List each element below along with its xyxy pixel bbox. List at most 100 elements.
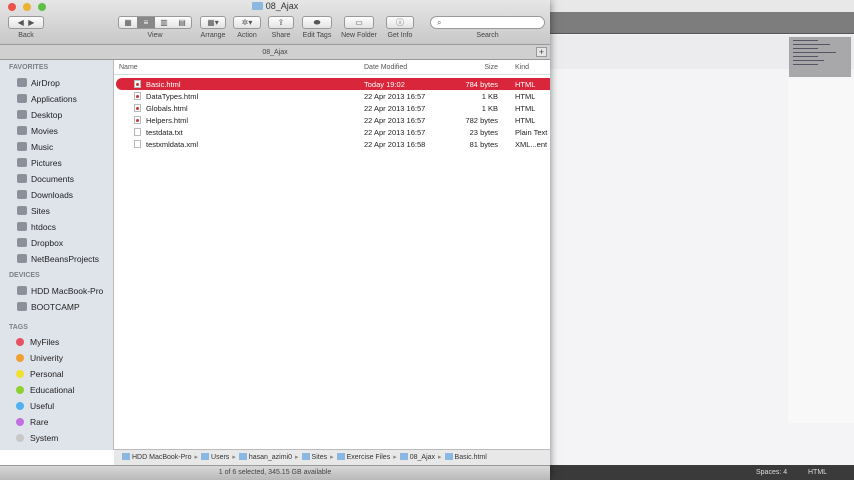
indent-setting[interactable]: Spaces: 4 (756, 469, 787, 476)
sidebar-item-desktop[interactable]: Desktop (17, 108, 62, 122)
editor-titlebar (550, 0, 854, 12)
file-row[interactable]: DataTypes.html 22 Apr 2013 16:57 1 KB HTML (116, 90, 550, 102)
html-file-icon (444, 453, 453, 460)
file-date: 22 Apr 2013 16:57 (364, 92, 426, 101)
code-minimap[interactable] (789, 37, 851, 77)
file-kind: Plain Text (515, 128, 548, 137)
path-segment[interactable]: hasan_azimi0 (238, 453, 292, 461)
back-icon[interactable]: ◀ (18, 18, 24, 27)
folder-icon (301, 453, 310, 460)
column-date-modified[interactable]: Date Modified (364, 64, 407, 71)
tag-icon: ⬬ (313, 18, 321, 27)
file-size: 81 bytes (469, 140, 498, 149)
forward-icon[interactable]: ▶ (28, 18, 34, 27)
path-segment[interactable]: HDD MacBook-Pro (122, 453, 192, 461)
edit-tags-label: Edit Tags (302, 32, 332, 39)
drive-icon (17, 286, 27, 295)
sidebar-item-device[interactable]: HDD MacBook-Pro (17, 284, 103, 298)
devices-header: DEVICES (9, 272, 40, 279)
window-title-text: 08_Ajax (265, 1, 299, 11)
list-view-icon[interactable]: ≡ (137, 17, 155, 28)
path-segment[interactable]: Users (201, 453, 229, 461)
movies-icon (17, 126, 27, 135)
sidebar-tag-system[interactable]: System (16, 431, 59, 445)
column-name[interactable]: Name (119, 64, 138, 71)
file-row[interactable]: testxmldata.xml 22 Apr 2013 16:58 81 bytes… (116, 138, 550, 150)
back-forward-buttons[interactable]: ◀ ▶ (8, 16, 44, 29)
path-segment[interactable]: Sites (301, 453, 328, 461)
html-file-icon (134, 92, 141, 100)
sidebar-item-label: Desktop (31, 110, 63, 120)
path-separator-icon: ▸ (194, 454, 199, 461)
sidebar-item-label: Sites (31, 206, 50, 216)
sidebar-tag-educational[interactable]: Educational (16, 383, 75, 397)
file-size: 782 bytes (465, 116, 498, 125)
file-kind: HTML (515, 80, 536, 89)
sidebar-tag-useful[interactable]: Useful (16, 399, 54, 413)
sidebar-tag-myfiles[interactable]: MyFiles (16, 335, 59, 349)
file-kind: HTML (515, 116, 536, 125)
icon-view-icon[interactable]: ▦ (119, 17, 137, 28)
sidebar-tag-personal[interactable]: Personal (16, 367, 64, 381)
sidebar-tag-rare[interactable]: Rare (16, 415, 49, 429)
path-segment[interactable]: Exercise Files (336, 453, 391, 461)
sidebar-item-label: Rare (30, 417, 49, 427)
edit-tags-button[interactable]: ⬬ (302, 16, 332, 29)
tab-current[interactable]: 08_Ajax (262, 49, 287, 56)
sidebar-item-label: System (30, 433, 59, 443)
sidebar-item-airdrop[interactable]: AirDrop (17, 76, 60, 90)
sidebar-item-netbeansprojects[interactable]: NetBeansProjects (17, 252, 99, 266)
column-view-icon[interactable]: ▥ (155, 17, 173, 28)
sidebar-item-sites[interactable]: Sites (17, 204, 50, 218)
back-label: Back (18, 32, 34, 39)
file-row[interactable]: Helpers.html 22 Apr 2013 16:57 782 bytes HT… (116, 114, 550, 126)
sidebar-item-applications[interactable]: Applications (17, 92, 77, 106)
path-segment[interactable]: 08_Ajax (399, 453, 435, 461)
sidebar-item-movies[interactable]: Movies (17, 124, 58, 138)
action-button[interactable]: ✲▾ (233, 16, 261, 29)
action-label: Action (237, 32, 257, 39)
arrange-button[interactable]: ▦▾ (200, 16, 226, 29)
get-info-button[interactable]: ⓘ (386, 16, 414, 29)
search-icon: ⌕ (437, 18, 442, 27)
path-segment[interactable]: Basic.html (444, 453, 487, 461)
file-row[interactable]: testdata.txt 22 Apr 2013 16:57 23 bytes Pla… (116, 126, 550, 138)
sidebar-item-music[interactable]: Music (17, 140, 53, 154)
html-file-icon (134, 104, 141, 112)
finder-window: 08_Ajax ◀ ▶ Back ▦ ≡ ▥ ▤ View ▦▾ Arrange ✲▾… (0, 0, 550, 480)
sidebar-item-downloads[interactable]: Downloads (17, 188, 73, 202)
file-list: Name Date Modified Size Kind Basic.html T… (114, 60, 550, 449)
path-segment-label: HDD MacBook-Pro (132, 454, 192, 461)
path-bar: HDD MacBook-Pro ▸ Users ▸ hasan_azimi0 ▸ Sites… (114, 449, 550, 465)
folder-icon (399, 453, 408, 460)
path-segment-label: Exercise Files (346, 454, 391, 461)
list-header: Name Date Modified Size Kind (114, 62, 550, 75)
sidebar-item-dropbox[interactable]: Dropbox (17, 236, 63, 250)
column-kind[interactable]: Kind (515, 64, 529, 71)
sidebar-item-pictures[interactable]: Pictures (17, 156, 62, 170)
share-button[interactable]: ⇪ (268, 16, 294, 29)
path-segment-label: Sites (311, 454, 328, 461)
sidebar-item-htdocs[interactable]: htdocs (17, 220, 56, 234)
new-folder-button[interactable]: ▭ (344, 16, 374, 29)
file-row[interactable]: Globals.html 22 Apr 2013 16:57 1 KB HTML (116, 102, 550, 114)
file-name: testxmldata.xml (146, 140, 199, 149)
sidebar-item-device[interactable]: BOOTCAMP (17, 300, 80, 314)
sidebar-item-documents[interactable]: Documents (17, 172, 74, 186)
sidebar-item-label: Movies (31, 126, 58, 136)
file-row[interactable]: Basic.html Today 19:02 784 bytes HTML (116, 78, 550, 90)
new-tab-button[interactable]: + (536, 47, 547, 57)
view-buttons[interactable]: ▦ ≡ ▥ ▤ (118, 16, 192, 29)
search-input[interactable]: ⌕ (430, 16, 545, 29)
file-size: 1 KB (481, 92, 498, 101)
view-label: View (147, 32, 163, 39)
music-icon (17, 142, 27, 151)
search-label: Search (476, 32, 499, 39)
sidebar-item-label: Educational (30, 385, 75, 395)
syntax-mode[interactable]: HTML (808, 469, 827, 476)
coverflow-view-icon[interactable]: ▤ (173, 17, 191, 28)
column-size[interactable]: Size (484, 64, 498, 71)
sidebar-tag-univerity[interactable]: Univerity (16, 351, 63, 365)
netbeansprojects-icon (17, 254, 27, 263)
sidebar-item-label: HDD MacBook-Pro (31, 286, 104, 296)
